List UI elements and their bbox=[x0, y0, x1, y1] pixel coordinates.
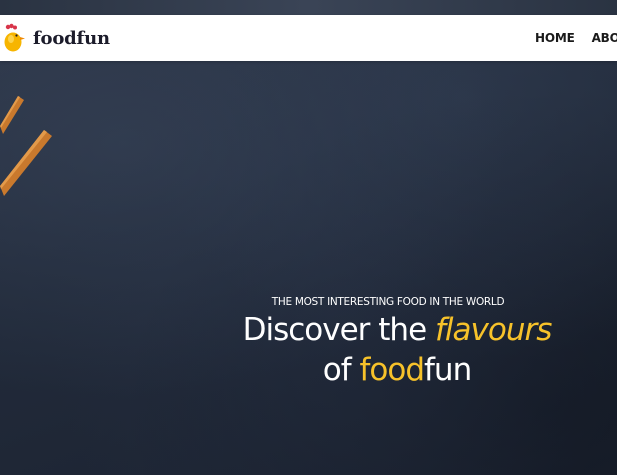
hero-title-text: Discover the bbox=[242, 312, 435, 348]
top-strip bbox=[0, 0, 617, 15]
navbar: foodfun HOME ABOUT bbox=[0, 15, 617, 61]
nav-home[interactable]: HOME bbox=[535, 31, 575, 45]
hero-content: THE MOST INTERESTING FOOD IN THE WORLD D… bbox=[222, 296, 572, 390]
hero-background bbox=[0, 0, 617, 475]
brand-logo[interactable]: foodfun bbox=[2, 23, 110, 53]
hero-title-line-1: Discover the flavours bbox=[222, 310, 572, 350]
hero-title-line-2: of foodfun bbox=[222, 350, 572, 390]
chicken-icon bbox=[4, 23, 25, 52]
main-nav: HOME ABOUT bbox=[535, 15, 617, 61]
hero-title-highlight-food: food bbox=[359, 352, 425, 388]
hero-title-text-of: of bbox=[322, 352, 360, 388]
hero-subtitle: THE MOST INTERESTING FOOD IN THE WORLD bbox=[271, 296, 505, 308]
chopsticks-image bbox=[0, 96, 52, 196]
brand-name: foodfun bbox=[33, 27, 110, 49]
hero-title-highlight-flavours: flavours bbox=[435, 312, 552, 348]
hero-title-text-fun: fun bbox=[424, 352, 472, 388]
hero-title: Discover the flavours of foodfun bbox=[222, 310, 572, 390]
nav-about[interactable]: ABOUT bbox=[592, 31, 617, 45]
